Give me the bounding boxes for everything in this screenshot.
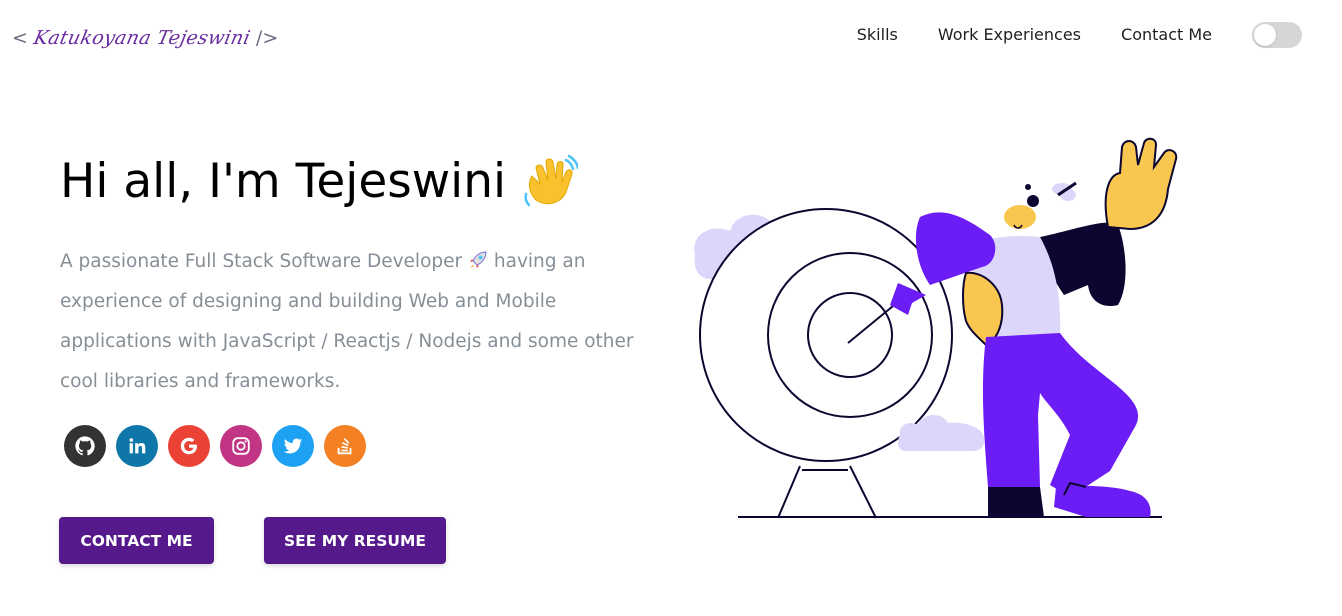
google-icon[interactable]	[168, 425, 210, 467]
github-icon[interactable]	[64, 425, 106, 467]
logo-close-bracket: />	[255, 27, 279, 49]
nav-link-work-experiences[interactable]: Work Experiences	[938, 24, 1081, 46]
rocket-icon	[468, 245, 488, 268]
nav-link-skills[interactable]: Skills	[857, 24, 898, 46]
site-logo[interactable]: < Katukoyana Tejeswini />	[12, 18, 278, 58]
character	[915, 137, 1178, 517]
hero-subtitle-part1: A passionate Full Stack Software Develop…	[60, 251, 463, 272]
top-nav: Skills Work Experiences Contact Me	[817, 22, 1302, 48]
see-my-resume-button[interactable]: SEE MY RESUME	[264, 517, 446, 564]
theme-toggle[interactable]	[1252, 22, 1302, 48]
hero-title-text: Hi all, I'm Tejeswini	[60, 154, 507, 209]
logo-open-bracket: <	[12, 27, 28, 49]
linkedin-icon[interactable]	[116, 425, 158, 467]
hero-title: Hi all, I'm Tejeswini	[60, 148, 580, 216]
contact-me-button[interactable]: CONTACT ME	[59, 517, 214, 564]
stackoverflow-icon[interactable]	[324, 425, 366, 467]
instagram-icon[interactable]	[220, 425, 262, 467]
waving-hand-icon	[522, 154, 580, 210]
social-links	[64, 425, 376, 467]
hero-subtitle-part2: having an experience of designing and bu…	[60, 251, 634, 392]
target-board	[699, 208, 953, 519]
theme-toggle-knob	[1254, 24, 1276, 46]
nav-link-contact-me[interactable]: Contact Me	[1121, 24, 1212, 46]
twitter-icon[interactable]	[272, 425, 314, 467]
logo-name: Katukoyana Tejeswini	[31, 27, 253, 49]
hero-illustration	[694, 137, 1178, 519]
hero-subtitle: A passionate Full Stack Software Develop…	[60, 242, 635, 402]
